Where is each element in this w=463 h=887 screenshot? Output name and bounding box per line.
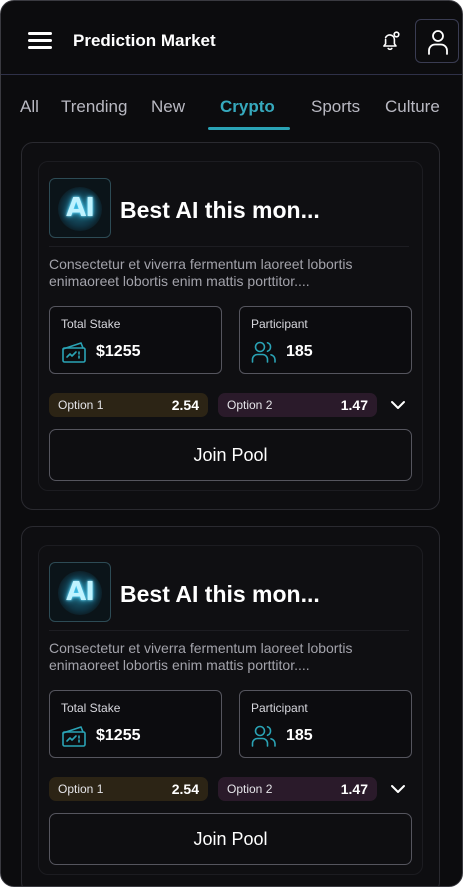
market-logo: AI	[49, 178, 111, 238]
tab-crypto[interactable]: Crypto	[220, 97, 275, 117]
users-icon	[251, 725, 276, 747]
option-1-button[interactable]: Option 1 2.54	[49, 393, 208, 417]
market-title[interactable]: Best AI this mon...	[120, 581, 320, 608]
join-pool-button[interactable]: Join Pool	[49, 813, 412, 865]
total-stake-box: Total Stake $1255	[49, 690, 222, 758]
tab-culture[interactable]: Culture	[385, 97, 440, 117]
option-label: Option 1	[58, 398, 104, 412]
tab-sports[interactable]: Sports	[311, 97, 360, 117]
market-description: Consectetur et viverra fermentum laoreet…	[49, 640, 353, 673]
participant-label: Participant	[251, 317, 308, 331]
stake-label: Total Stake	[61, 317, 121, 331]
logo-text: AI	[66, 193, 95, 223]
tab-trending[interactable]: Trending	[61, 97, 127, 117]
tab-new[interactable]: New	[151, 97, 185, 117]
option-odds: 2.54	[171, 397, 199, 413]
participant-box: Participant 185	[239, 306, 412, 374]
divider	[49, 246, 409, 247]
option-odds: 2.54	[171, 781, 199, 797]
option-label: Option 1	[58, 782, 104, 796]
market-card: AI Best AI this mon... Consectetur et vi…	[21, 142, 440, 510]
market-description: Consectetur et viverra fermentum laoreet…	[49, 256, 353, 289]
option-label: Option 2	[227, 782, 273, 796]
user-icon	[428, 30, 448, 55]
option-odds: 1.47	[340, 781, 368, 797]
market-logo: AI	[49, 562, 111, 622]
divider	[49, 630, 409, 631]
stake-value: $1255	[96, 343, 141, 360]
stake-value: $1255	[96, 727, 141, 744]
top-bar: Prediction Market	[1, 1, 462, 75]
notification-bell-icon[interactable]	[379, 29, 403, 53]
ticket-icon	[62, 342, 86, 363]
active-tab-indicator	[208, 127, 290, 130]
profile-button[interactable]	[415, 19, 459, 63]
total-stake-box: Total Stake $1255	[49, 306, 222, 374]
option-odds: 1.47	[340, 397, 368, 413]
participant-label: Participant	[251, 701, 308, 715]
option-2-button[interactable]: Option 2 1.47	[218, 393, 377, 417]
logo-text: AI	[66, 577, 95, 607]
tab-all[interactable]: All	[20, 97, 39, 117]
option-label: Option 2	[227, 398, 273, 412]
chevron-down-icon[interactable]	[389, 781, 407, 797]
option-1-button[interactable]: Option 1 2.54	[49, 777, 208, 801]
participant-value: 185	[286, 343, 313, 360]
chevron-down-icon[interactable]	[389, 397, 407, 413]
app-title: Prediction Market	[73, 31, 216, 50]
participant-box: Participant 185	[239, 690, 412, 758]
participant-value: 185	[286, 727, 313, 744]
users-icon	[251, 341, 276, 363]
join-pool-button[interactable]: Join Pool	[49, 429, 412, 481]
market-title[interactable]: Best AI this mon...	[120, 197, 320, 224]
option-2-button[interactable]: Option 2 1.47	[218, 777, 377, 801]
hamburger-menu-icon[interactable]	[28, 30, 54, 52]
app-screen: Prediction Market All Trending New Crypt…	[0, 0, 463, 887]
market-card: AI Best AI this mon... Consectetur et vi…	[21, 526, 440, 886]
stake-label: Total Stake	[61, 701, 121, 715]
category-tabs: All Trending New Crypto Sports Culture	[1, 87, 462, 131]
ticket-icon	[62, 726, 86, 747]
